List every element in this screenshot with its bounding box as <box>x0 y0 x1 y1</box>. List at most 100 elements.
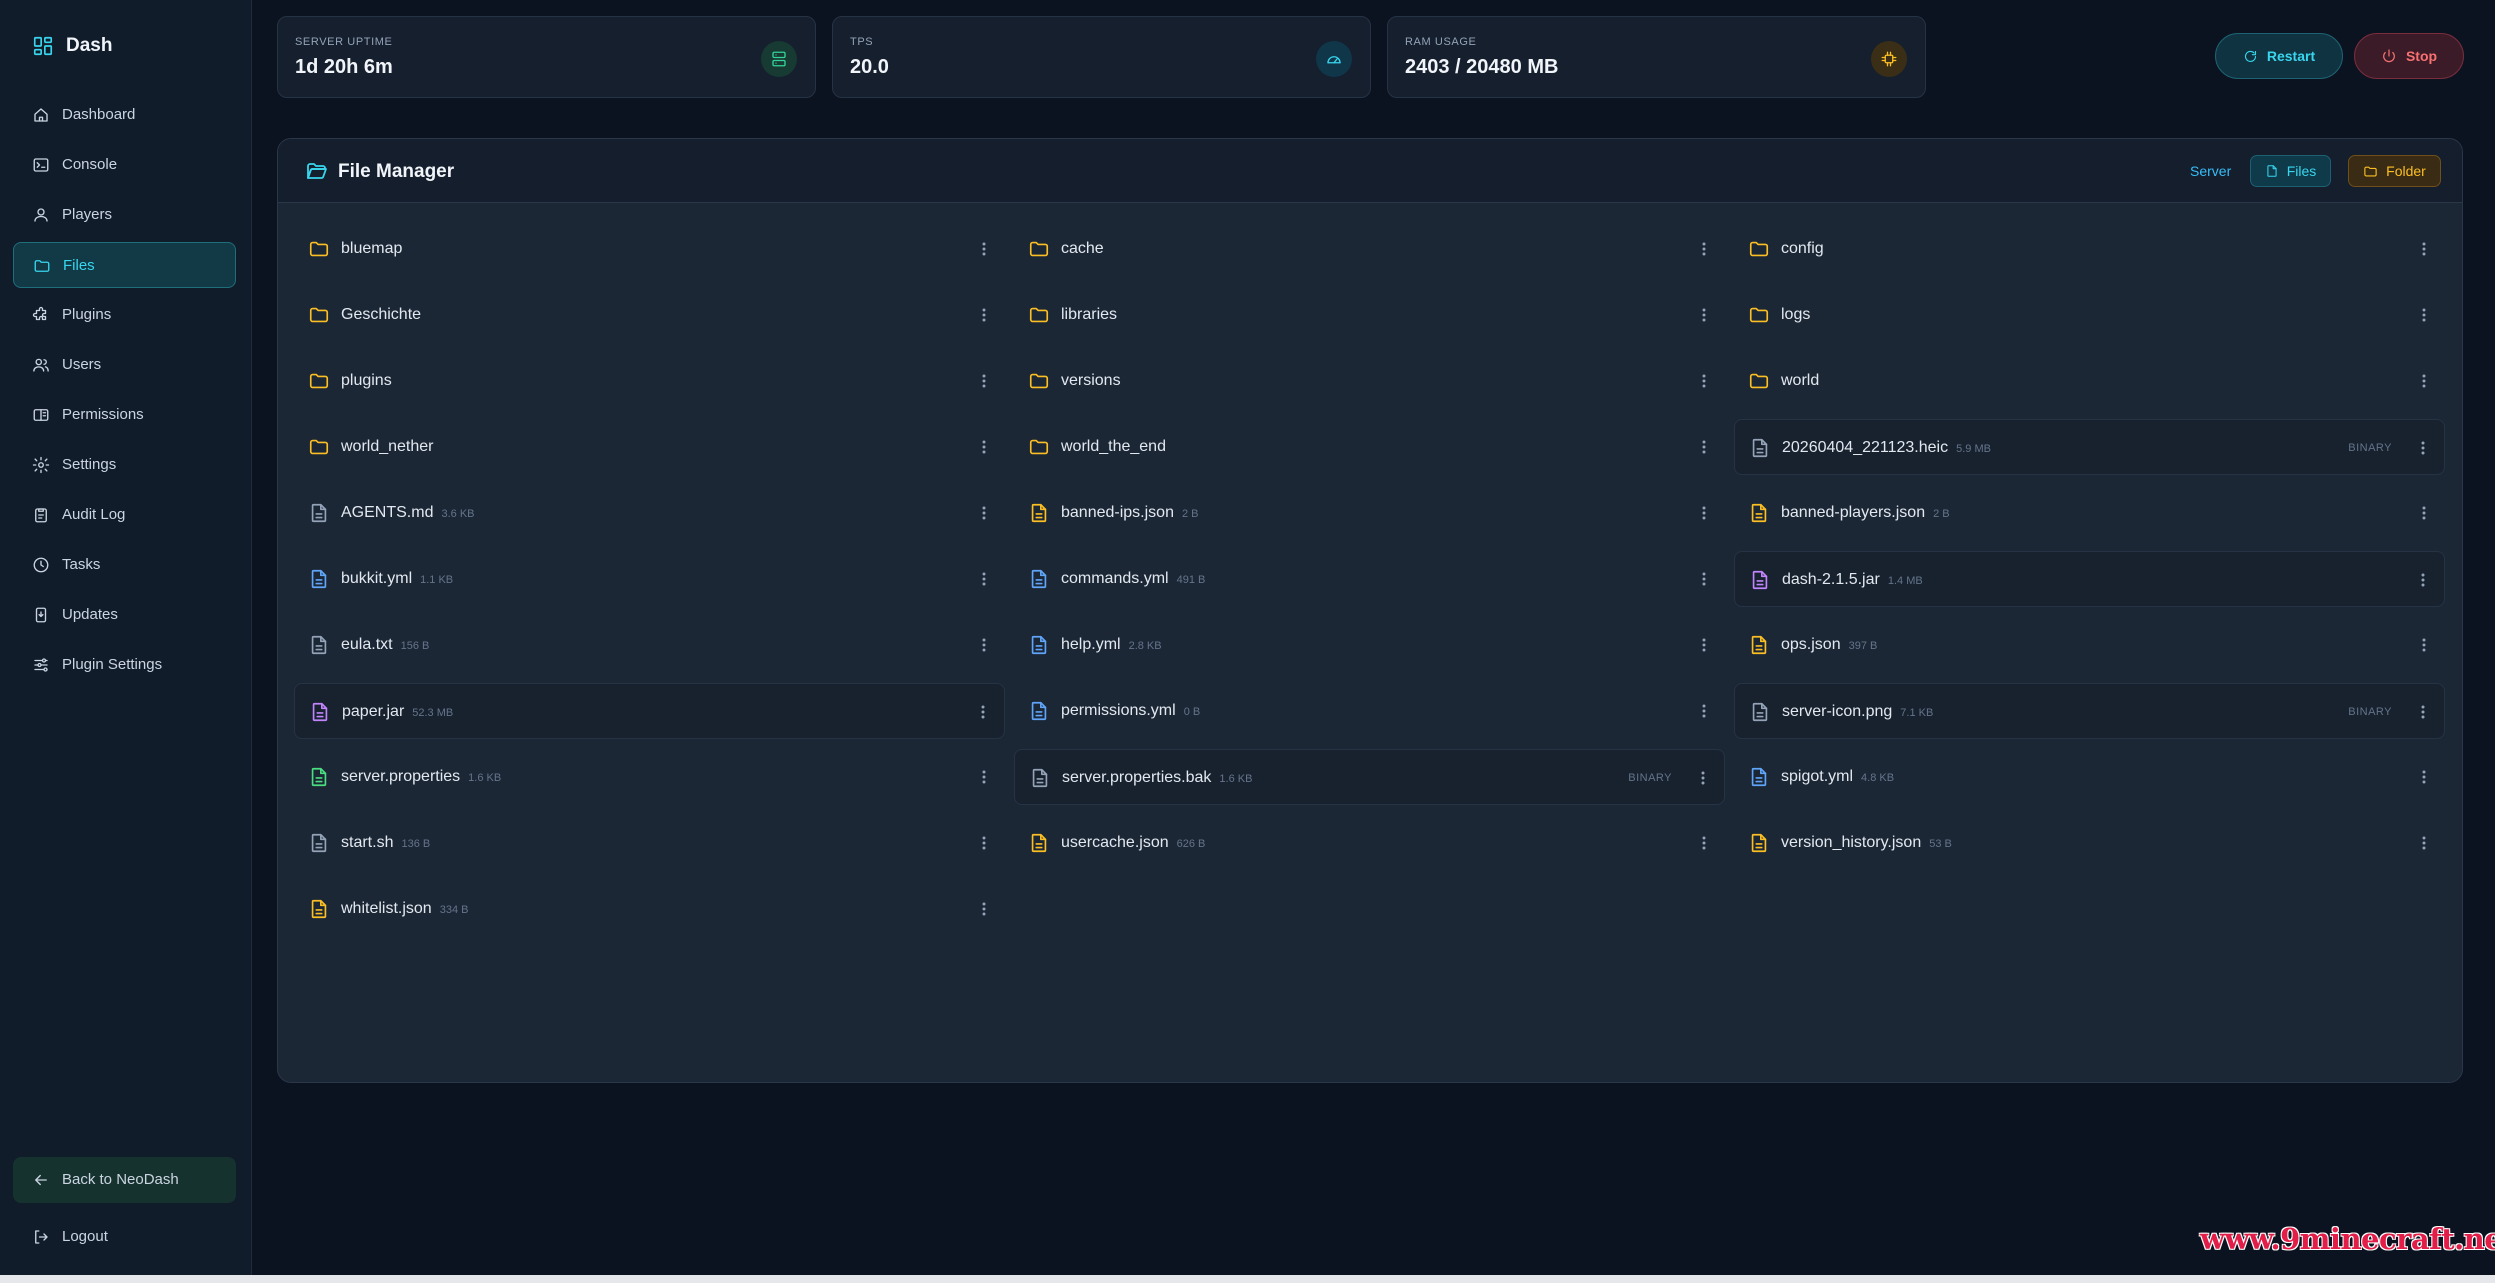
sidebar-item-files[interactable]: Files <box>13 242 236 288</box>
sidebar-item-plugins[interactable]: Plugins <box>13 292 236 338</box>
file-name: usercache.json 626 B <box>1061 834 1205 853</box>
folder-item[interactable]: config <box>1734 221 2445 277</box>
folder-item[interactable]: versions <box>1014 353 1725 409</box>
sidebar-item-users[interactable]: Users <box>13 342 236 388</box>
more-vertical-icon[interactable] <box>2420 834 2428 852</box>
new-file-button[interactable]: Files <box>2250 155 2331 187</box>
file-item[interactable]: banned-players.json 2 B <box>1734 485 2445 541</box>
file-icon <box>311 833 327 853</box>
file-item[interactable]: server.properties.bak 1.6 KB BINARY <box>1014 749 1725 805</box>
file-name-text: bluemap <box>341 240 403 257</box>
more-vertical-icon[interactable] <box>1700 306 1708 324</box>
file-item[interactable]: banned-ips.json 2 B <box>1014 485 1725 541</box>
sidebar-item-settings[interactable]: Settings <box>13 442 236 488</box>
more-vertical-icon[interactable] <box>2420 504 2428 522</box>
more-vertical-icon[interactable] <box>1700 438 1708 456</box>
folder-item[interactable]: Geschichte <box>294 287 1005 343</box>
file-size: 0 B <box>1183 706 1201 718</box>
folder-item[interactable]: world <box>1734 353 2445 409</box>
binary-badge: BINARY <box>2348 706 2392 718</box>
sidebar-item-permissions[interactable]: Permissions <box>13 392 236 438</box>
file-item[interactable]: permissions.yml 0 B <box>1014 683 1725 739</box>
file-item[interactable]: commands.yml 491 B <box>1014 551 1725 607</box>
more-vertical-icon[interactable] <box>980 768 988 786</box>
dashboard-grid-icon <box>33 36 53 56</box>
folder-item[interactable]: bluemap <box>294 221 1005 277</box>
folder-item[interactable]: logs <box>1734 287 2445 343</box>
more-vertical-icon[interactable] <box>2419 571 2427 589</box>
stat-value: 2403 / 20480 MB <box>1405 56 1559 78</box>
sidebar-item-players[interactable]: Players <box>13 192 236 238</box>
more-vertical-icon[interactable] <box>2420 372 2428 390</box>
folder-item[interactable]: world_the_end <box>1014 419 1725 475</box>
sidebar-item-dashboard[interactable]: Dashboard <box>13 92 236 138</box>
sidebar-item-console[interactable]: Console <box>13 142 236 188</box>
folder-item[interactable]: libraries <box>1014 287 1725 343</box>
file-item[interactable]: spigot.yml 4.8 KB <box>1734 749 2445 805</box>
more-vertical-icon[interactable] <box>980 306 988 324</box>
more-vertical-icon[interactable] <box>1700 570 1708 588</box>
sidebar-item-label: Tasks <box>62 556 101 573</box>
brand[interactable]: Dash <box>32 33 112 59</box>
file-item[interactable]: eula.txt 156 B <box>294 617 1005 673</box>
more-vertical-icon[interactable] <box>1700 636 1708 654</box>
file-name: spigot.yml 4.8 KB <box>1781 768 1894 787</box>
folder-item[interactable]: plugins <box>294 353 1005 409</box>
more-vertical-icon[interactable] <box>980 636 988 654</box>
file-item[interactable]: AGENTS.md 3.6 KB <box>294 485 1005 541</box>
back-to-neodash-button[interactable]: Back to NeoDash <box>13 1157 236 1203</box>
file-item[interactable]: ops.json 397 B <box>1734 617 2445 673</box>
more-vertical-icon[interactable] <box>980 570 988 588</box>
file-item[interactable]: bukkit.yml 1.1 KB <box>294 551 1005 607</box>
file-item[interactable]: help.yml 2.8 KB <box>1014 617 1725 673</box>
file-item[interactable]: 20260404_221123.heic 5.9 MB BINARY <box>1734 419 2445 475</box>
more-vertical-icon[interactable] <box>980 240 988 258</box>
file-item[interactable]: usercache.json 626 B <box>1014 815 1725 871</box>
file-name: config <box>1781 240 1824 258</box>
sidebar-item-updates[interactable]: Updates <box>13 592 236 638</box>
more-vertical-icon[interactable] <box>979 703 987 721</box>
file-item[interactable]: dash-2.1.5.jar 1.4 MB <box>1734 551 2445 607</box>
file-size: 53 B <box>1929 838 1952 850</box>
more-vertical-icon[interactable] <box>1700 372 1708 390</box>
folder-icon <box>309 373 329 389</box>
more-vertical-icon[interactable] <box>2420 240 2428 258</box>
file-item[interactable]: paper.jar 52.3 MB <box>294 683 1005 739</box>
more-vertical-icon[interactable] <box>2420 768 2428 786</box>
file-icon <box>1751 503 1767 523</box>
restart-button[interactable]: Restart <box>2215 33 2343 79</box>
folder-item[interactable]: world_nether <box>294 419 1005 475</box>
breadcrumb-server[interactable]: Server <box>2190 163 2231 179</box>
more-vertical-icon[interactable] <box>2420 636 2428 654</box>
sidebar-item-audit-log[interactable]: Audit Log <box>13 492 236 538</box>
file-icon <box>1031 833 1047 853</box>
file-item[interactable]: start.sh 136 B <box>294 815 1005 871</box>
more-vertical-icon[interactable] <box>980 372 988 390</box>
more-vertical-icon[interactable] <box>980 834 988 852</box>
more-vertical-icon[interactable] <box>2420 306 2428 324</box>
file-item[interactable]: server-icon.png 7.1 KB BINARY <box>1734 683 2445 739</box>
file-name-text: eula.txt <box>341 636 393 653</box>
more-vertical-icon[interactable] <box>2419 703 2427 721</box>
file-name-text: 20260404_221123.heic <box>1782 439 1949 456</box>
more-vertical-icon[interactable] <box>1700 834 1708 852</box>
folder-item[interactable]: cache <box>1014 221 1725 277</box>
sidebar-item-plugin-settings[interactable]: Plugin Settings <box>13 642 236 688</box>
file-item[interactable]: whitelist.json 334 B <box>294 881 1005 937</box>
file-item[interactable]: version_history.json 53 B <box>1734 815 2445 871</box>
more-vertical-icon[interactable] <box>1700 504 1708 522</box>
sidebar-item-tasks[interactable]: Tasks <box>13 542 236 588</box>
file-icon <box>311 635 327 655</box>
more-vertical-icon[interactable] <box>1700 240 1708 258</box>
file-item[interactable]: server.properties 1.6 KB <box>294 749 1005 805</box>
file-size: 3.6 KB <box>441 508 475 520</box>
more-vertical-icon[interactable] <box>2419 439 2427 457</box>
stop-button[interactable]: Stop <box>2354 33 2464 79</box>
more-vertical-icon[interactable] <box>1700 702 1708 720</box>
more-vertical-icon[interactable] <box>980 438 988 456</box>
logout-button[interactable]: Logout <box>13 1214 236 1260</box>
more-vertical-icon[interactable] <box>980 504 988 522</box>
new-folder-button[interactable]: Folder <box>2348 155 2441 187</box>
more-vertical-icon[interactable] <box>1699 769 1707 787</box>
more-vertical-icon[interactable] <box>980 900 988 918</box>
